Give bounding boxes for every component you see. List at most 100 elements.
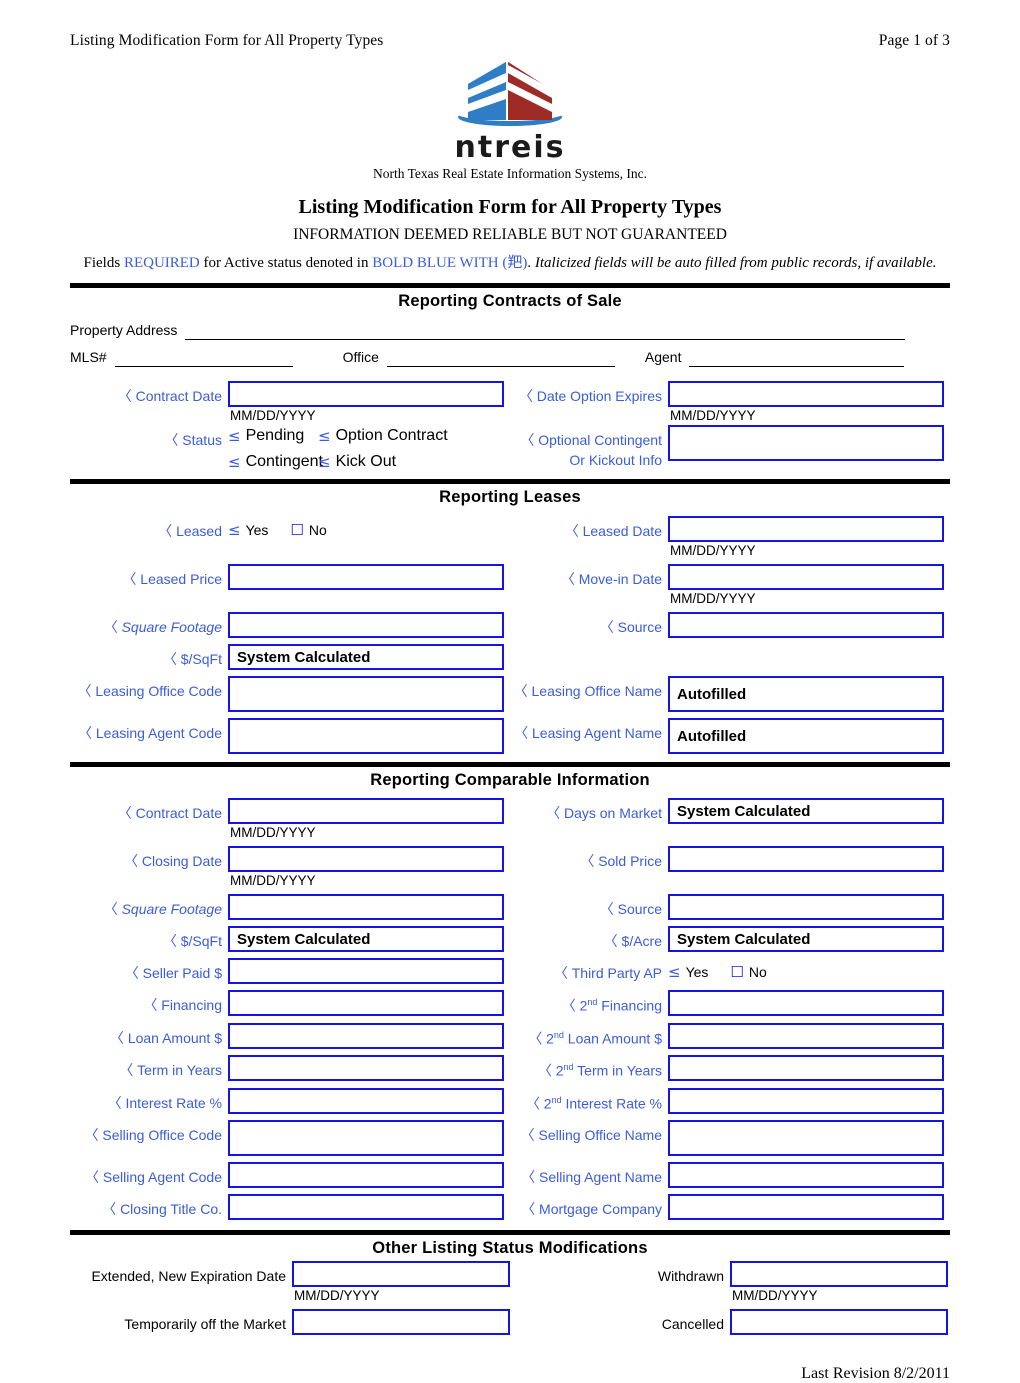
empty-checkbox-icon: ☐ [290, 521, 304, 540]
checkbox-contingent[interactable]: ≤ Contingent [228, 453, 323, 471]
optional-contingent-input[interactable] [668, 425, 944, 462]
ntreis-logo: ntreis North Texas Real Estate Informati… [70, 60, 950, 182]
extended-expiration-label: Extended, New Expiration Date [91, 1268, 286, 1285]
label-text: Leasing Agent Name [532, 725, 662, 742]
agent-input[interactable] [689, 350, 905, 368]
office-input[interactable] [386, 350, 615, 368]
checkbox-pending[interactable]: ≤ Pending [228, 427, 318, 445]
comp-contract-date-input[interactable] [228, 798, 504, 825]
second-term-in-years-input[interactable] [668, 1055, 944, 1082]
checkbox-third-party-no[interactable]: ☐ No [730, 963, 766, 981]
selling-agent-code-input[interactable] [228, 1162, 504, 1189]
label-text: Move-in Date [578, 571, 662, 588]
contract-date-label: 〈 Contract Date [70, 381, 228, 407]
pointer-icon: 〈 [521, 1201, 536, 1218]
comp-dollar-per-sqft-input[interactable]: System Calculated [228, 926, 504, 953]
checkbox-option-contract[interactable]: ≤ Option Contract [318, 427, 448, 445]
closing-date-input[interactable] [228, 846, 504, 873]
logo-company-name: North Texas Real Estate Information Syst… [373, 166, 647, 181]
leasing-office-name-input[interactable]: Autofilled [668, 676, 944, 713]
comp-square-footage-input[interactable] [228, 894, 504, 921]
label-text: Leased [176, 523, 222, 540]
section-divider [70, 1230, 950, 1236]
mls-input[interactable] [114, 350, 293, 368]
label-text: Days on Market [563, 805, 662, 822]
header-left-title: Listing Modification Form for All Proper… [70, 32, 384, 49]
selling-agent-name-label: 〈 Selling Agent Name [510, 1162, 668, 1188]
sold-price-input[interactable] [668, 846, 944, 873]
temporarily-off-market-input[interactable] [292, 1309, 510, 1336]
loan-amount-field: 〈 Loan Amount $ [70, 1022, 510, 1049]
revision-footer: Last Revision 8/2/2011 [801, 1365, 950, 1383]
second-loan-amount-input[interactable] [668, 1022, 944, 1049]
leasing-office-code-input[interactable] [228, 676, 504, 713]
dollar-per-acre-input[interactable]: System Calculated [668, 926, 944, 953]
date-option-expires-hint: MM/DD/YYYY [670, 408, 756, 424]
checkbox-label: Yes [685, 964, 709, 981]
withdrawn-hint: MM/DD/YYYY [732, 1288, 818, 1304]
loan-amount-input[interactable] [228, 1022, 504, 1049]
selling-office-code-input[interactable] [228, 1120, 504, 1157]
pointer-icon: 〈 [85, 1169, 100, 1186]
checkbox-leased-no[interactable]: ☐ No [290, 521, 326, 539]
checkbox-label: Yes [245, 522, 269, 539]
comp-source-label: 〈 Source [510, 894, 668, 920]
comp-source-input[interactable] [668, 894, 944, 921]
leasing-agent-name-input[interactable]: Autofilled [668, 718, 944, 755]
note-italic-text: Italicized fields will be auto filled fr… [534, 255, 937, 271]
selling-office-name-input[interactable] [668, 1120, 944, 1157]
loan-amount-label: 〈 Loan Amount $ [70, 1023, 228, 1049]
extended-expiration-input[interactable] [292, 1261, 510, 1288]
financing-row: 〈 Financing 〈 2nd Financing [70, 990, 950, 1017]
contract-date-input[interactable] [228, 381, 504, 408]
leased-date-input[interactable] [668, 516, 944, 543]
seller-paid-input[interactable] [228, 958, 504, 985]
property-address-input[interactable] [185, 323, 906, 341]
label-text: Leased Price [140, 571, 222, 588]
square-footage-input[interactable] [228, 612, 504, 639]
selling-agent-name-input[interactable] [668, 1162, 944, 1189]
second-interest-rate-input[interactable] [668, 1087, 944, 1114]
page-title: Listing Modification Form for All Proper… [298, 196, 722, 218]
dollar-per-sqft-input[interactable]: System Calculated [228, 644, 504, 671]
days-on-market-input[interactable]: System Calculated [668, 798, 944, 825]
leased-price-input[interactable] [228, 564, 504, 591]
comp-contract-date-field: 〈 Contract Date MM/DD/YYYY [70, 798, 510, 840]
label-text: Leased Date [582, 523, 662, 540]
date-option-expires-input[interactable] [668, 381, 944, 408]
pointer-icon: 〈 [520, 1127, 535, 1144]
dollar-per-sqft-field: 〈 $/SqFt System Calculated [70, 644, 510, 671]
office-label: Office [342, 349, 379, 366]
term-in-years-input[interactable] [228, 1055, 504, 1082]
label-text: Sold Price [598, 853, 662, 870]
pointer-icon: 〈 [119, 1062, 134, 1079]
interest-rate-input[interactable] [228, 1087, 504, 1114]
checkbox-third-party-yes[interactable]: ≤ Yes [668, 963, 708, 981]
withdrawn-input[interactable] [730, 1261, 948, 1288]
label-text: Interest Rate % [125, 1094, 223, 1111]
leasing-agent-code-input[interactable] [228, 718, 504, 755]
checkbox-leased-yes[interactable]: ≤ Yes [228, 521, 268, 539]
dollar-per-sqft-label: 〈 $/SqFt [70, 644, 228, 670]
pointer-icon: 〈 [564, 523, 579, 540]
leasing-agent-code-label: 〈 Leasing Agent Code [70, 718, 228, 744]
pointer-icon: 〈 [117, 388, 132, 405]
financing-input[interactable] [228, 990, 504, 1017]
checkbox-kick-out[interactable]: ≤ Kick Out [318, 453, 396, 471]
leased-label: 〈 Leased [70, 516, 228, 542]
second-financing-input[interactable] [668, 990, 944, 1017]
cancelled-input[interactable] [730, 1309, 948, 1336]
leased-row: 〈 Leased ≤ Yes ☐ No 〈 Leased Date MM/DD/YY… [70, 516, 950, 558]
move-in-date-input[interactable] [668, 564, 944, 591]
source-input[interactable] [668, 612, 944, 639]
temporarily-off-market-row: Temporarily off the Market Cancelled [70, 1309, 950, 1336]
leased-price-row: 〈 Leased Price 〈 Move-in Date MM/DD/YYYY [70, 564, 950, 606]
comp-dollar-per-sqft-field: 〈 $/SqFt System Calculated [70, 926, 510, 953]
closing-title-co-input[interactable] [228, 1194, 504, 1221]
comp-square-footage-field: 〈 Square Footage [70, 894, 510, 921]
withdrawn-label: Withdrawn [657, 1268, 724, 1285]
comp-square-footage-row: 〈 Square Footage 〈 Source [70, 894, 950, 921]
mortgage-company-input[interactable] [668, 1194, 944, 1221]
label-text: Third Party AP [571, 965, 662, 982]
checkbox-icon: ≤ [668, 963, 681, 982]
